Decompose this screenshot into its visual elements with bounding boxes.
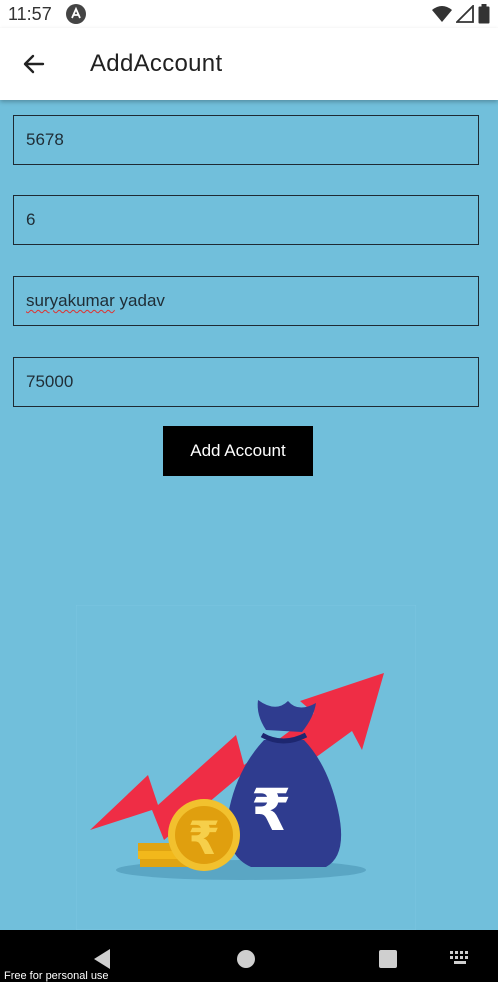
field-value: 5678: [26, 130, 64, 149]
nav-home-icon[interactable]: [237, 950, 255, 968]
field-value: 75000: [26, 372, 74, 391]
status-icons: [432, 4, 490, 24]
status-time: 11:57: [8, 4, 52, 24]
bag-rupee-symbol: ₹: [251, 776, 291, 844]
nav-recents-icon[interactable]: [379, 950, 397, 968]
keyboard-icon[interactable]: [449, 950, 471, 966]
nav-back-icon[interactable]: [92, 948, 112, 970]
battery-icon: [478, 4, 490, 24]
field-value-rest: yadav: [114, 291, 165, 310]
balance-field[interactable]: 75000: [13, 357, 479, 407]
signal-icon: [456, 5, 474, 23]
arrow-left-icon: [23, 54, 45, 74]
money-growth-illustration: ₹ ₹: [76, 605, 416, 930]
page-title: AddAccount: [90, 50, 223, 77]
account-holder-name-field[interactable]: suryakumar yadav: [13, 276, 479, 326]
rupee-coin-icon: ₹: [168, 799, 240, 871]
add-account-button[interactable]: Add Account: [163, 426, 313, 476]
wifi-icon: [432, 6, 452, 22]
watermark: Free for personal use: [4, 970, 109, 982]
field-value: suryakumar yadav: [26, 291, 165, 311]
account-id-field[interactable]: 6: [13, 195, 479, 245]
app-notification-icon: [66, 4, 86, 24]
status-bar: 11:57: [0, 0, 498, 28]
app-bar: AddAccount: [0, 28, 498, 100]
coin-rupee-symbol: ₹: [188, 811, 220, 865]
back-button[interactable]: [16, 48, 52, 80]
misspelled-word: suryakumar: [26, 291, 115, 310]
field-value: 6: [26, 210, 36, 229]
account-number-field[interactable]: 5678: [13, 115, 479, 165]
content-area: 5678 6 suryakumar yadav 75000 Add Accoun…: [0, 100, 498, 930]
